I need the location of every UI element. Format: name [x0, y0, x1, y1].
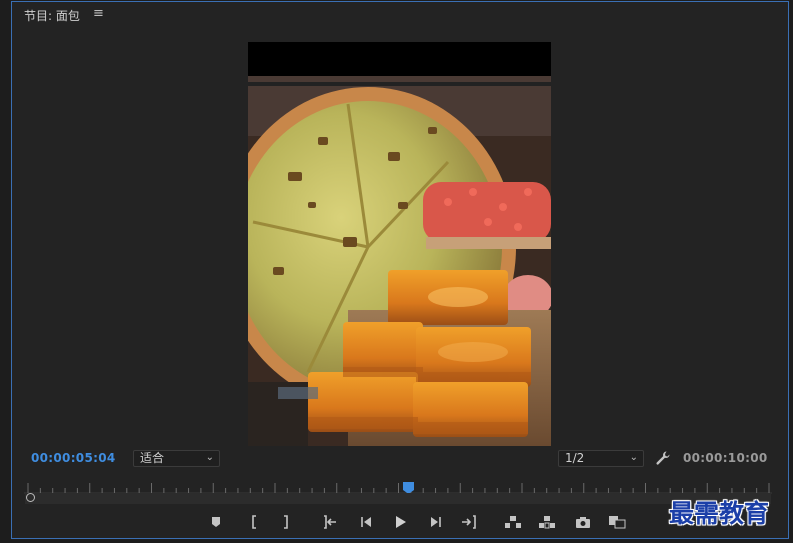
playback-resolution-select[interactable]: 1/2 ⌄ — [558, 450, 644, 467]
add-marker-button[interactable] — [206, 513, 226, 531]
video-frame-image — [248, 42, 551, 446]
mark-out-button[interactable] — [276, 513, 296, 531]
go-to-in-button[interactable] — [320, 513, 340, 531]
zoom-level-select[interactable]: 适合 ⌄ — [133, 450, 220, 467]
program-monitor-viewer[interactable] — [248, 42, 551, 446]
playhead-marker[interactable] — [403, 479, 414, 494]
mark-in-icon — [252, 515, 256, 529]
go-to-in-icon — [324, 515, 336, 529]
panel-title[interactable]: 节目: 面包 — [24, 7, 80, 24]
compare-view-button[interactable] — [607, 513, 627, 531]
extract-button[interactable] — [537, 513, 557, 531]
resolution-value: 1/2 — [565, 451, 585, 465]
watermark-logo: 最需教育 — [669, 499, 770, 528]
panel-tab-bar: 节目: 面包 ≡ — [11, 2, 789, 27]
play-icon — [396, 516, 406, 528]
mark-in-button[interactable] — [244, 513, 264, 531]
export-frame-button[interactable] — [573, 513, 593, 531]
marker-icon — [212, 517, 220, 527]
mark-out-icon — [284, 515, 288, 529]
chevron-down-icon: ⌄ — [629, 452, 638, 463]
chevron-down-icon: ⌄ — [205, 452, 214, 463]
step-back-icon — [361, 517, 371, 527]
step-back-button[interactable] — [356, 513, 376, 531]
go-to-out-icon — [462, 515, 476, 529]
duration-timecode: 00:00:10:00 — [683, 451, 768, 465]
zoom-level-value: 适合 — [140, 451, 165, 465]
lift-icon — [505, 516, 521, 528]
time-ruler[interactable] — [24, 479, 772, 494]
extract-icon — [539, 516, 555, 529]
current-timecode[interactable]: 00:00:05:04 — [31, 451, 116, 465]
hamburger-menu-icon[interactable]: ≡ — [93, 6, 104, 21]
wrench-settings-icon[interactable] — [655, 450, 671, 466]
lift-button[interactable] — [503, 513, 523, 531]
zoom-scroll-handle[interactable] — [26, 493, 35, 502]
compare-icon — [609, 516, 626, 529]
go-to-out-button[interactable] — [459, 513, 479, 531]
zoom-scroll-bar[interactable] — [25, 493, 771, 504]
step-forward-button[interactable] — [426, 513, 446, 531]
play-button[interactable] — [390, 513, 410, 531]
step-forward-icon — [431, 517, 441, 527]
camera-icon — [576, 516, 590, 528]
